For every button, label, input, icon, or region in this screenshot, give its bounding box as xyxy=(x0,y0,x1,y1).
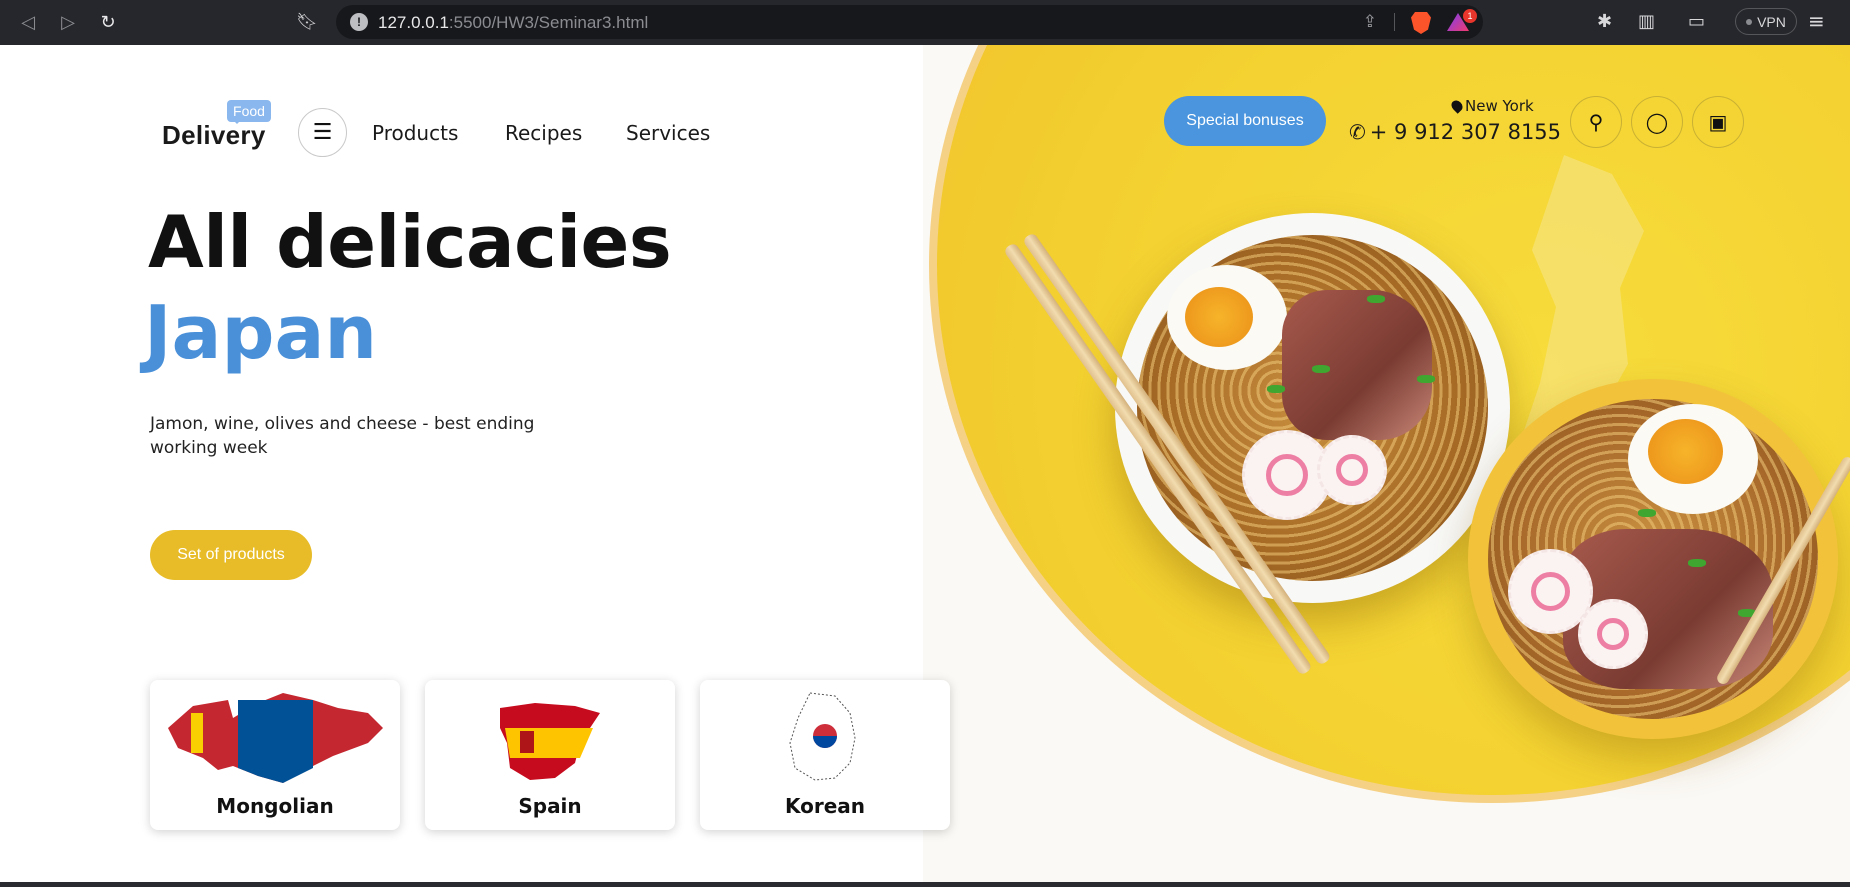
green-onion xyxy=(1417,375,1435,383)
address-divider xyxy=(1394,13,1395,31)
green-onion xyxy=(1367,295,1385,303)
search-icon: ⚲ xyxy=(1588,110,1604,134)
url-path: :5500/HW3/Seminar3.html xyxy=(448,13,649,32)
hero-description: Jamon, wine, olives and cheese - best en… xyxy=(150,414,535,458)
spain-flag-map xyxy=(500,703,600,780)
shop-button[interactable]: ▣ xyxy=(1692,96,1744,148)
nav-products[interactable]: Products xyxy=(372,121,458,145)
cuisine-card-mongolian[interactable]: Mongolian xyxy=(150,680,400,830)
hero-title: All delicacies xyxy=(148,200,672,284)
special-bonuses-button[interactable]: Special bonuses xyxy=(1164,96,1326,146)
address-bar[interactable]: ! 127.0.0.1:5500/HW3/Seminar3.html ⇪ 1 xyxy=(336,5,1483,39)
vpn-label: VPN xyxy=(1757,13,1786,30)
cuisine-label: Spain xyxy=(518,794,582,818)
mongolia-flag-map xyxy=(168,693,383,783)
phone-label: + 9 912 307 8155 xyxy=(1369,120,1562,144)
wallet-icon[interactable]: ▭ xyxy=(1688,11,1705,32)
nav-services[interactable]: Services xyxy=(626,121,710,145)
naruto-slice xyxy=(1317,435,1387,505)
shop-icon: ▣ xyxy=(1708,110,1728,134)
ramen-broth xyxy=(1488,399,1818,719)
city-label: New York xyxy=(1465,97,1534,115)
green-onion xyxy=(1688,559,1706,567)
vpn-status-dot xyxy=(1746,18,1753,25)
hamburger-icon[interactable]: ☰ xyxy=(298,108,347,157)
account-button[interactable]: ◯ xyxy=(1631,96,1683,148)
korea-flag-map xyxy=(789,692,856,781)
site-info-icon[interactable]: ! xyxy=(350,13,368,31)
vpn-button[interactable]: VPN xyxy=(1735,8,1797,35)
cuisine-card-korean[interactable]: Korean xyxy=(700,680,950,830)
reload-icon[interactable]: ↻ xyxy=(96,10,120,34)
city-location: New York xyxy=(1449,97,1534,115)
logo-food-tag: Food xyxy=(227,100,271,124)
rewards-badge: 1 xyxy=(1463,9,1477,23)
green-onion xyxy=(1267,385,1285,393)
ramen-bowl-large xyxy=(1115,213,1510,603)
green-onion xyxy=(1312,365,1330,373)
chashu-pork xyxy=(1282,290,1432,440)
user-icon: ◯ xyxy=(1645,110,1669,134)
cuisine-label: Mongolian xyxy=(216,794,334,818)
green-onion xyxy=(1638,509,1656,517)
ramen-broth xyxy=(1137,235,1488,581)
search-button[interactable]: ⚲ xyxy=(1570,96,1622,148)
egg-half xyxy=(1628,404,1758,514)
share-icon[interactable]: ⇪ xyxy=(1363,12,1377,32)
set-of-products-button[interactable]: Set of products xyxy=(150,530,312,580)
nav-recipes[interactable]: Recipes xyxy=(505,121,582,145)
phone-icon: ✆ xyxy=(1349,120,1366,144)
bookmark-icon[interactable]: 🔖︎ xyxy=(295,10,319,34)
page: Food Delivery ☰ Products Recipes Service… xyxy=(0,45,1850,882)
phone-number[interactable]: ✆ + 9 912 307 8155 xyxy=(1349,120,1561,144)
cuisine-card-spain[interactable]: Spain xyxy=(425,680,675,830)
hero-country: Japan xyxy=(144,290,378,376)
back-arrow-icon[interactable]: ◁ xyxy=(16,10,40,34)
pin-icon xyxy=(1449,98,1465,114)
browser-toolbar: ◁ ▷ ↻ 🔖︎ ! 127.0.0.1:5500/HW3/Seminar3.h… xyxy=(0,0,1850,45)
page-bottom-edge xyxy=(0,882,1850,887)
logo-text: Delivery xyxy=(162,120,266,150)
site-logo[interactable]: Food Delivery xyxy=(162,100,277,160)
url-text[interactable]: 127.0.0.1:5500/HW3/Seminar3.html xyxy=(378,13,648,33)
url-host: 127.0.0.1 xyxy=(378,13,449,32)
forward-arrow-icon[interactable]: ▷ xyxy=(56,10,80,34)
sidebar-icon[interactable]: ▥ xyxy=(1638,11,1655,32)
browser-menu-icon[interactable]: ≡ xyxy=(1808,9,1825,33)
egg-yolk xyxy=(1185,287,1253,347)
egg-half xyxy=(1167,265,1287,370)
ramen-bowl-small xyxy=(1468,379,1838,739)
naruto-slice xyxy=(1578,599,1648,669)
extensions-icon[interactable]: ✱ xyxy=(1597,11,1612,32)
brave-shield-icon[interactable] xyxy=(1411,12,1431,34)
egg-yolk xyxy=(1648,419,1723,484)
cuisine-label: Korean xyxy=(784,794,866,818)
